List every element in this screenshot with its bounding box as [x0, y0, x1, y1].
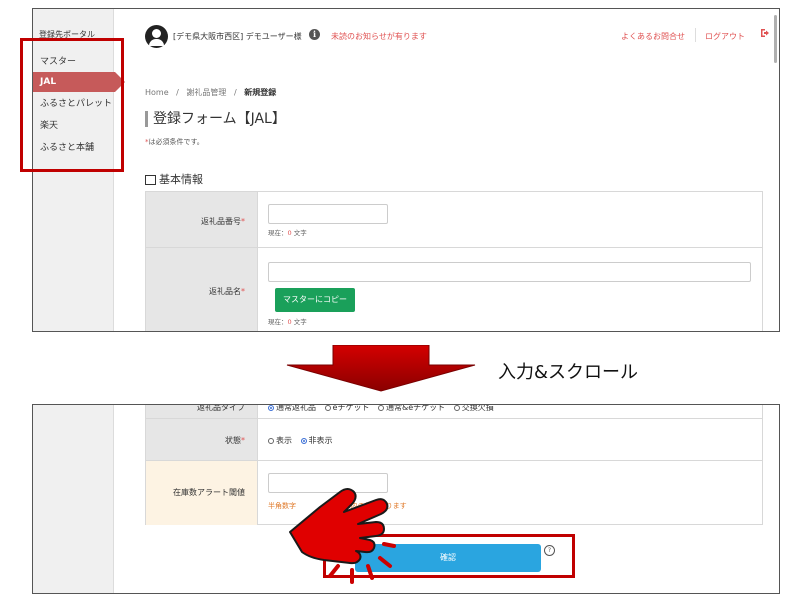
form-table-bottom: 返礼品タイプ 通常返礼品 eチケット 通常&eチケット 交換欠損 状態* 表示 …	[145, 405, 763, 525]
required-note-text: は必須条件です。	[148, 138, 204, 146]
screenshot-before: 登録先ポータル マスター JAL ふるさとパレット 楽天 ふるさと本舗 [デモ県…	[32, 8, 780, 332]
radio-icon[interactable]	[453, 405, 460, 411]
gift-type-label: 返礼品タイプ	[146, 405, 258, 418]
gift-number-input[interactable]	[268, 204, 388, 224]
sidebar-item-furusato-honpo[interactable]: ふるさと本舗	[33, 138, 113, 158]
sidebar-title: 登録先ポータル	[39, 30, 95, 39]
breadcrumb-separator: /	[176, 88, 179, 97]
sidebar-item-master[interactable]: マスター	[33, 52, 113, 72]
form-row-gift-type: 返礼品タイプ 通常返礼品 eチケット 通常&eチケット 交換欠損	[146, 405, 762, 419]
sidebar-item-furusato-palette[interactable]: ふるさとパレット	[33, 94, 113, 114]
gift-type-radio-group: 通常返礼品 eチケット 通常&eチケット 交換欠損	[268, 405, 500, 413]
gift-number-label: 返礼品番号*	[146, 192, 258, 247]
breadcrumb-parent[interactable]: 謝礼品管理	[186, 88, 226, 97]
faq-link[interactable]: よくあるお問合せ	[621, 31, 685, 42]
sidebar-item-rakuten[interactable]: 楽天	[33, 116, 113, 136]
step-caption: 入力&スクロール	[498, 362, 639, 383]
breadcrumb-home[interactable]: Home	[145, 88, 169, 97]
status-option-show[interactable]: 表示	[268, 436, 292, 445]
pointing-hand-icon	[289, 488, 396, 584]
user-avatar-icon	[145, 25, 168, 48]
down-arrow-icon	[286, 345, 476, 392]
gift-type-option[interactable]: 通常&eチケット	[378, 405, 445, 412]
section-title: 基本情報	[159, 173, 203, 186]
form-table: 返礼品番号* 現在：0 文字 返礼品名* マスターにコピー 現在：0 文字	[145, 191, 763, 331]
sidebar: 登録先ポータル マスター JAL ふるさとパレット 楽天 ふるさと本舗	[33, 9, 125, 331]
help-icon[interactable]: ?	[544, 545, 555, 556]
form-row-gift-name: 返礼品名* マスターにコピー 現在：0 文字	[146, 248, 762, 331]
gift-name-label: 返礼品名*	[146, 248, 258, 331]
breadcrumb-separator: /	[233, 88, 237, 97]
user-name: [デモ県大阪市西区] デモユーザー様	[173, 32, 302, 41]
section-heading: 基本情報	[145, 171, 203, 187]
radio-selected-icon[interactable]	[300, 437, 307, 444]
radio-selected-icon[interactable]	[268, 405, 274, 411]
radio-icon[interactable]	[268, 437, 274, 444]
gift-name-input[interactable]	[268, 262, 751, 282]
status-radio-group: 表示 非表示	[268, 435, 339, 446]
breadcrumb-current: 新規登録	[244, 88, 277, 97]
form-row-status: 状態* 表示 非表示	[146, 419, 762, 461]
gift-type-option[interactable]: 交換欠損	[453, 405, 494, 412]
radio-icon[interactable]	[324, 405, 331, 411]
radio-icon[interactable]	[378, 405, 385, 411]
page-title: 登録フォーム【JAL】	[145, 111, 286, 127]
scrollbar-thumb[interactable]	[774, 15, 777, 63]
logout-icon[interactable]	[760, 28, 770, 41]
status-label: 状態*	[146, 419, 258, 460]
gift-name-char-count: 現在：0 文字	[268, 318, 307, 326]
header-divider	[695, 28, 696, 42]
logout-link[interactable]: ログアウト	[705, 31, 745, 42]
sidebar-item-jal[interactable]: JAL	[33, 72, 125, 92]
gift-type-option[interactable]: 通常返礼品	[268, 405, 316, 412]
copy-to-master-button[interactable]: マスターにコピー	[275, 288, 355, 312]
stock-alert-label: 在庫数アラート閾値	[146, 461, 258, 525]
status-option-hide[interactable]: 非表示	[300, 436, 333, 445]
form-row-stock-alert: 在庫数アラート閾値 半角数字 oxd内の値になります	[146, 461, 762, 525]
info-icon: i	[309, 29, 320, 40]
gift-type-option[interactable]: eチケット	[324, 405, 369, 412]
form-row-gift-number: 返礼品番号* 現在：0 文字	[146, 192, 762, 248]
section-icon	[145, 175, 156, 185]
sidebar	[33, 405, 114, 593]
breadcrumb: Home / 謝礼品管理 / 新規登録	[145, 87, 276, 98]
required-note: *は必須条件です。	[145, 137, 204, 147]
unread-notice-link[interactable]: 未読のお知らせが有ります	[331, 31, 427, 42]
gift-number-char-count: 現在：0 文字	[268, 229, 307, 237]
